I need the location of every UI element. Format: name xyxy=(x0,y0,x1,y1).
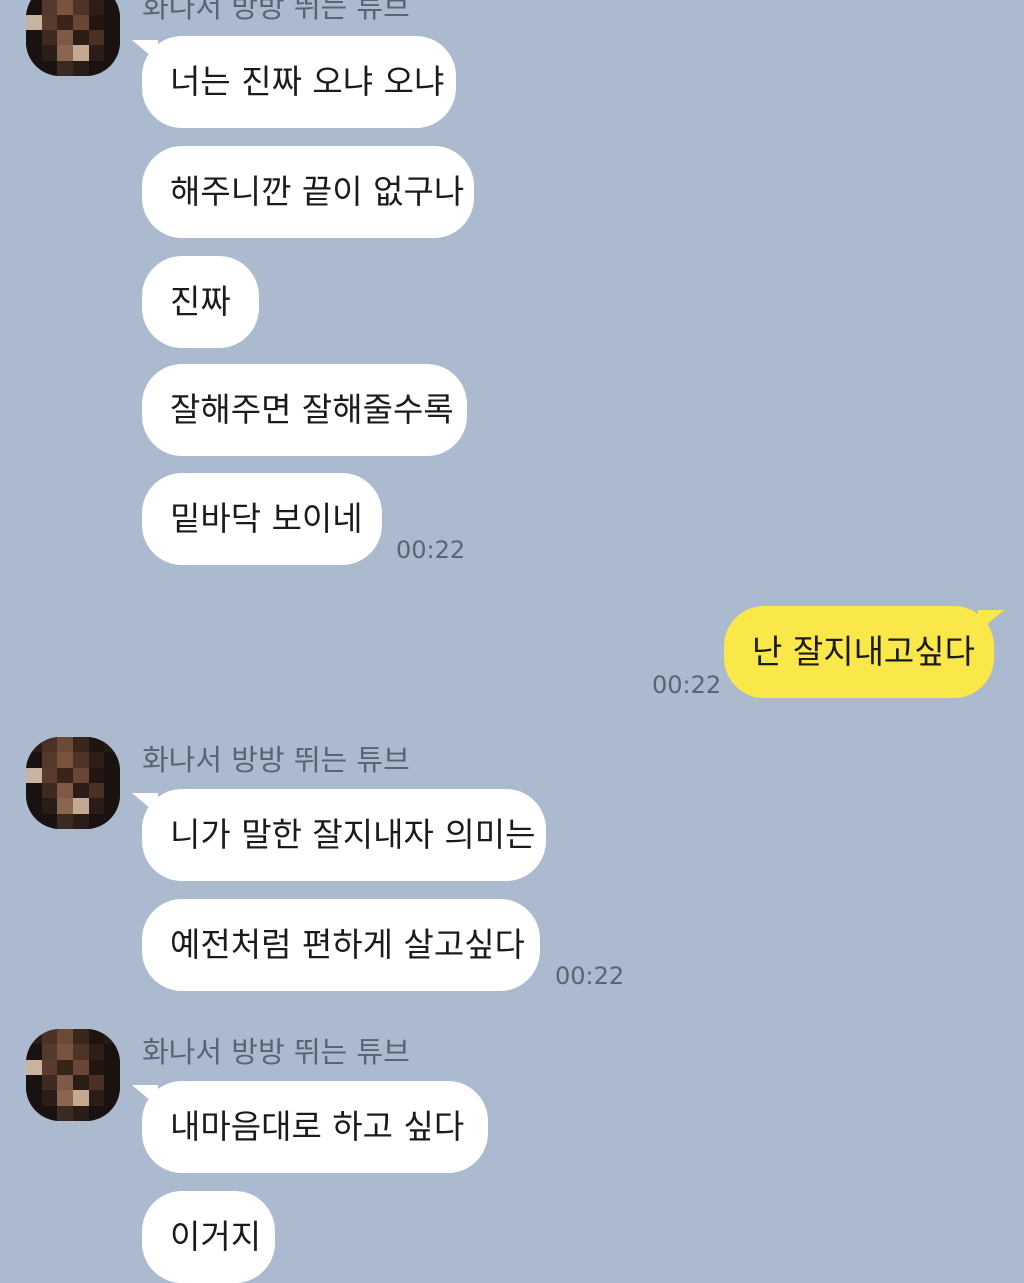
message-bubble[interactable]: 너는 진짜 오냐 오냐 xyxy=(132,36,456,128)
message-bubble[interactable]: 예전처럼 편하게 살고싶다 xyxy=(142,899,540,991)
message-bubble[interactable]: 이거지 xyxy=(142,1191,275,1283)
avatar[interactable] xyxy=(26,737,120,829)
message-bubble[interactable]: 해주니깐 끝이 없구나 xyxy=(142,146,474,238)
message-bubble[interactable]: 밑바닥 보이네 xyxy=(142,473,382,565)
message-time: 00:22 xyxy=(652,671,722,699)
sender-name: 화나서 방방 뛰는 튜브 xyxy=(142,1035,410,1069)
message-bubble[interactable]: 진짜 xyxy=(142,256,259,348)
message-bubble[interactable]: 잘해주면 잘해줄수록 xyxy=(142,364,467,456)
message-bubble[interactable]: 내마음대로 하고 싶다 xyxy=(132,1081,488,1173)
sender-name: 화나서 방방 뛰는 튜브 xyxy=(142,743,410,777)
sender-name: 화나서 방방 뛰는 튜브 xyxy=(142,0,410,24)
sent-message-bubble[interactable]: 난 잘지내고싶다 xyxy=(724,606,1004,698)
message-time: 00:22 xyxy=(396,536,466,564)
avatar[interactable] xyxy=(26,0,120,76)
message-time: 00:22 xyxy=(555,962,625,990)
chat-room[interactable]: 화나서 방방 뛰는 튜브 너는 진짜 오냐 오냐 해주니깐 끝이 없구나 진짜 … xyxy=(0,0,1024,1283)
message-bubble[interactable]: 니가 말한 잘지내자 의미는 xyxy=(132,789,546,881)
avatar[interactable] xyxy=(26,1029,120,1121)
